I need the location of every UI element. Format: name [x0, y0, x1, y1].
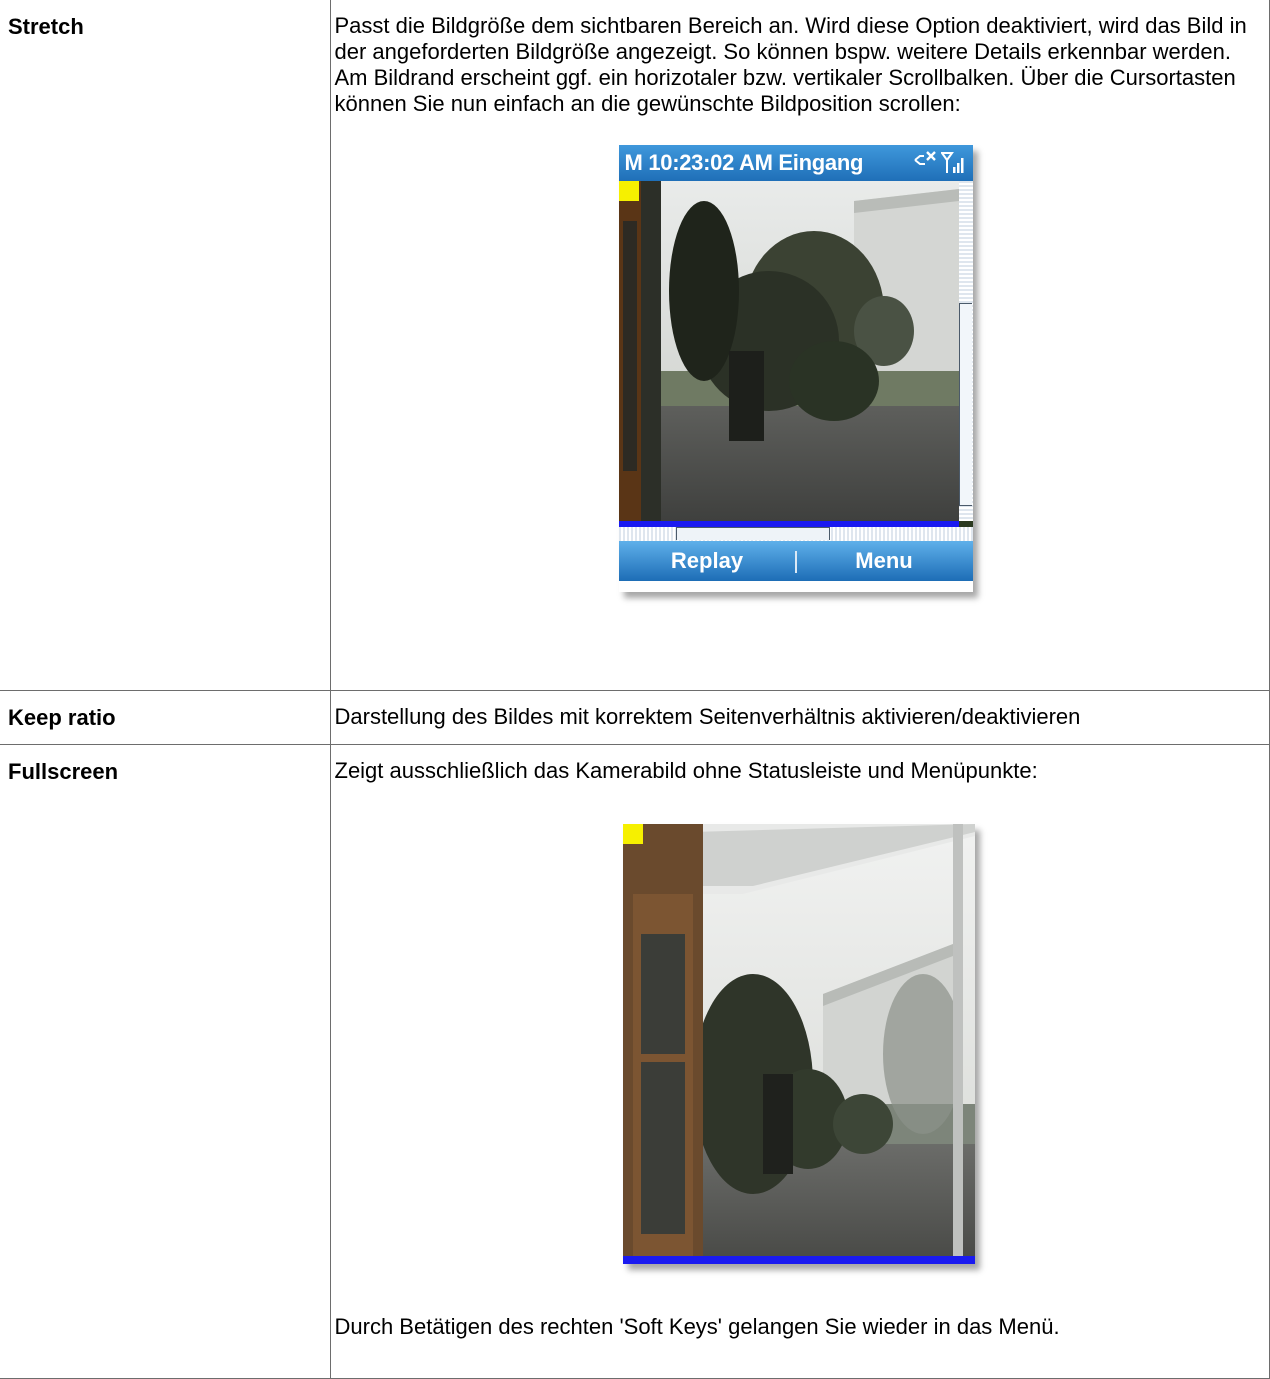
status-bar: M 10:23:02 AM Eingang: [618, 145, 973, 181]
term-fullscreen: Fullscreen: [0, 743, 331, 1379]
signal-strength-icon: [940, 151, 965, 175]
term-keep-ratio: Keep ratio: [0, 689, 331, 745]
camera-image: [618, 181, 959, 521]
description-fullscreen: Zeigt ausschließlich das Kamerabild ohne…: [329, 743, 1270, 1379]
description-stretch-text: Passt die Bildgröße dem sichtbaren Berei…: [334, 13, 1247, 116]
row-stretch: Stretch Passt die Bildgröße dem sichtbar…: [0, 0, 1270, 691]
description-keep-ratio: Darstellung des Bildes mit korrektem Sei…: [329, 689, 1270, 745]
soft-key-bar: Replay Menu: [618, 541, 973, 581]
bottom-line-fullscreen: [622, 1255, 975, 1264]
description-fullscreen-text: Zeigt ausschließlich das Kamerabild ohne…: [334, 757, 1038, 783]
figure-fullscreen: [335, 784, 1270, 1314]
phone-bottom-edge: [618, 581, 973, 592]
status-text: M 10:23:02 AM Eingang: [624, 150, 864, 175]
camera-image-fullscreen: [622, 823, 975, 1256]
phone-screenshot-fullscreen: [622, 823, 975, 1264]
horizontal-scrollbar[interactable]: [618, 527, 973, 541]
network-disconnected-icon: [913, 151, 937, 169]
vertical-scroll-thumb[interactable]: [958, 303, 972, 506]
motion-marker-fullscreen: [622, 823, 643, 844]
motion-marker: [618, 181, 639, 201]
description-fullscreen-footer: Durch Betätigen des rechten 'Soft Keys' …: [334, 1313, 1060, 1339]
vertical-scrollbar[interactable]: [958, 181, 973, 521]
description-keep-ratio-text: Darstellung des Bildes mit korrektem Sei…: [334, 703, 1081, 729]
term-stretch: Stretch: [0, 0, 331, 691]
replay-soft-key[interactable]: Replay: [619, 541, 796, 581]
menu-soft-key[interactable]: Menu: [796, 541, 973, 581]
row-fullscreen: Fullscreen Zeigt ausschließlich das Kame…: [0, 743, 1270, 1379]
horizontal-scroll-thumb[interactable]: [675, 527, 830, 540]
description-stretch: Passt die Bildgröße dem sichtbaren Berei…: [329, 0, 1270, 691]
row-keep-ratio: Keep ratio Darstellung des Bildes mit ko…: [0, 689, 1270, 745]
document-table: Stretch Passt die Bildgröße dem sichtbar…: [0, 0, 1270, 1379]
phone-screenshot-stretch: M 10:23:02 AM Eingang Replay Menu: [618, 145, 973, 592]
